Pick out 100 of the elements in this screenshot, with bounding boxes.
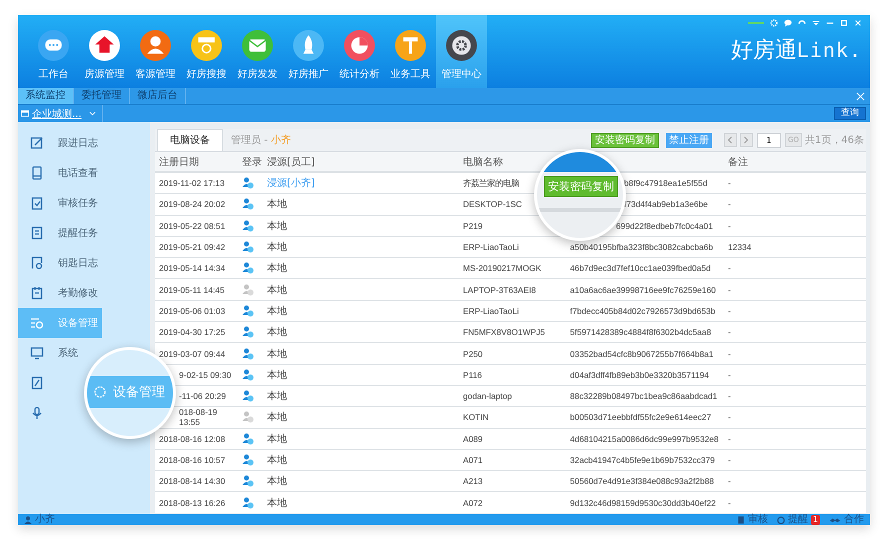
window-icon [21,110,29,117]
review-link[interactable]: 审核 [748,514,768,525]
note-cell: - [728,455,731,465]
source-link[interactable]: 浸源[小齐] [267,176,463,190]
refresh-icon[interactable] [798,19,806,27]
source-cell-text: 本地 [267,326,288,340]
sidebar-item[interactable]: 设备管理 [18,308,102,338]
date-cell: 2019-05-21 09:42 [159,242,226,252]
date-cell: 2018-08-14 14:30 [159,476,226,486]
code-cell: b00503d71eebbfdf55fc2e9e614eec27 [570,412,712,422]
code-cell: b8f9c47918ea1e5f55d [624,178,708,188]
document-icon [736,516,745,524]
computer-name-cell: MS-20190217MOGK [463,263,542,274]
date-cell: 2019-11-02 17:13 [159,178,225,188]
edit-icon [30,136,44,150]
previous-page-button[interactable] [724,133,737,147]
alarm-clock-icon [776,516,785,524]
source-cell-text: 本地 [267,454,288,467]
column-header: 浸源[员工] [267,156,316,168]
note-cell: - [728,348,731,359]
source-cell-text: 本地 [267,432,288,446]
remind-link[interactable]: 提醒 [788,514,808,525]
handshake-icon [829,516,841,524]
copy-password-button[interactable]: 安装密码复制 [590,132,659,148]
sidebar-item[interactable]: 系统 [18,338,82,368]
nav-tab[interactable]: 好房搜搜 [181,15,232,88]
caret-icon [88,111,96,116]
close-icon[interactable] [854,19,862,27]
code-cell: f7bdecc405b84d02c7926573d9bd653b [570,306,716,316]
note-cell: - [728,498,731,508]
sidebar-item[interactable]: 钥匙日志 [18,248,102,278]
source-cell-text: 本地 [267,262,288,276]
date-cell: 2019-08-24 20:02 [159,199,226,210]
date-cell: 2019-05-22 08:51 [159,220,226,231]
source-cell-text: 本地 [267,240,288,254]
computer-name-cell: KOTIN [463,412,489,422]
date-cell: 9-02-15 09:30 [179,370,232,380]
next-page-button[interactable] [740,133,753,147]
source-cell-text: 本地 [267,390,288,404]
note-cell: - [728,178,731,188]
code-cell: 46b7d9ec3d7fef10cc1ae039fbed0a5d [570,263,711,274]
note-cell: - [728,327,731,338]
code-cell: 699d22f8edbeb7fc0c4a01 [616,220,713,231]
module-tab[interactable]: 委托管理 [74,88,130,104]
computer-name-cell: A213 [463,476,483,486]
date-cell: -11-06 20:29 [179,391,226,402]
module-tab[interactable]: 系统监控 [18,88,74,104]
nav-tab[interactable]: 工作台 [28,15,79,88]
document-icon [30,376,44,390]
query-button[interactable]: 查询 [834,107,866,120]
sidebar-item[interactable]: 考勤修改 [18,278,102,308]
sidebar-item[interactable]: 跟进日志 [18,128,102,158]
column-header: 备注 [728,156,749,168]
sidebar-item[interactable]: 电话查看 [18,158,102,188]
nav-tab[interactable]: 客源管理 [130,15,181,88]
settings-icon[interactable] [770,19,778,27]
dropdown-icon[interactable] [812,19,820,27]
column-header: 注册日期 [158,156,200,168]
source-cell-text: 本地 [267,474,288,488]
content-tab[interactable]: 电脑设备 [157,129,223,151]
source-cell-text: 本地 [267,348,288,361]
chevron-right-icon [743,136,750,144]
source-cell-text: 本地 [267,368,288,382]
source-cell-text: 本地 [267,304,288,318]
close-icon[interactable] [856,92,865,100]
note-cell: - [728,370,731,380]
admin-label: 管理员 - [231,134,268,147]
phone-icon [30,166,44,180]
date-cell: 2019-04-30 17:25 [159,327,226,338]
module-tab[interactable]: 微店后台 [130,88,186,104]
nav-tab[interactable]: 好房发发 [232,15,283,88]
nav-tab[interactable]: 好房推广 [283,15,334,88]
date-cell: 2019-05-11 14:45 [159,284,225,295]
maximize-icon[interactable] [840,19,848,27]
code-cell: a10a6ac6ae39998716ee9fc76259e160 [570,284,716,295]
source-cell-text: 本地 [267,284,288,297]
note-cell: 12334 [728,242,752,252]
note-cell: - [728,412,731,422]
nav-tab[interactable]: 业务工具 [385,15,436,88]
cooperate-link[interactable]: 合作 [844,514,864,525]
note-cell: - [728,391,731,402]
nav-tab[interactable]: 统计分析 [334,15,385,88]
microphone-icon [30,406,44,420]
code-cell: 9d132c46d98159d9530c30dd3b40ef22 [570,498,716,508]
date-cell: 2019-05-14 14:34 [159,263,226,274]
nav-tab[interactable]: 管理中心 [436,15,487,88]
sidebar-item[interactable]: 提醒任务 [18,218,102,248]
note-cell: - [728,306,731,316]
page-input[interactable]: 1 [756,132,781,148]
computer-name-cell: DESKTOP-1SC [463,199,522,210]
source-cell-text: 本地 [267,410,288,424]
clipboard-icon [30,196,44,210]
chat-icon[interactable] [784,19,792,27]
source-cell-text: 本地 [267,198,288,212]
block-register-button[interactable]: 禁止注册 [666,132,712,148]
sidebar-item[interactable]: 审核任务 [18,188,102,218]
code-cell: 88c32289b08497bc1bea9c86aabdcad1 [570,391,718,402]
nav-tab[interactable]: 房源管理 [79,15,130,88]
computer-name-cell: 齐荔兰家的电脑 [463,178,519,188]
status-line-icon [748,19,764,27]
